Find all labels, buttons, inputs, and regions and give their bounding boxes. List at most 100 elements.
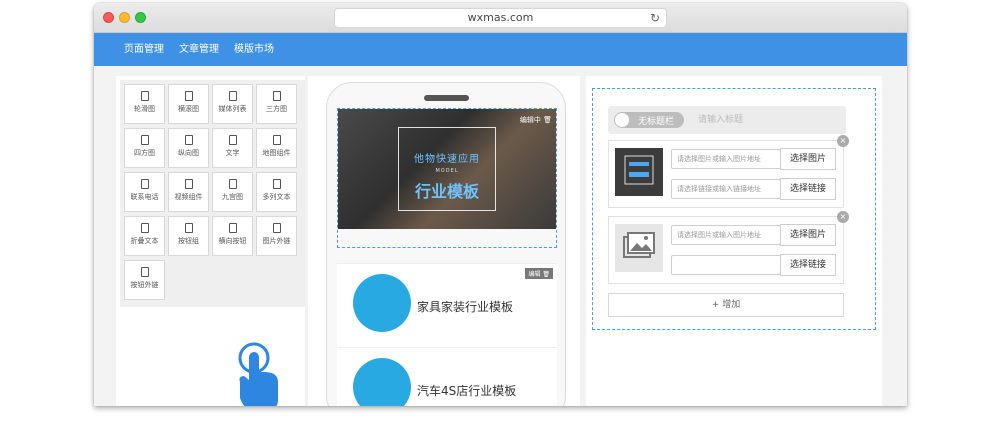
file-icon xyxy=(140,267,149,277)
banner-main-text: 行业模板 xyxy=(414,182,479,201)
edit-label: 编辑 xyxy=(528,271,541,278)
file-icon xyxy=(184,91,193,101)
add-slide-button[interactable]: + 增加 xyxy=(608,293,844,317)
minimize-window-icon[interactable] xyxy=(119,12,130,23)
widget-label: 按钮组 xyxy=(178,237,199,245)
file-icon xyxy=(228,135,237,145)
widget-tile[interactable]: 横向按钮 xyxy=(212,216,253,256)
banner-frame: 他物快速应用 MODEL 行业模板 xyxy=(398,127,496,211)
template-card-auto[interactable]: 汽车4S店行业模板 xyxy=(337,347,557,406)
toggle-knob xyxy=(615,113,629,127)
card-title: 家具家装行业模板 xyxy=(417,300,514,314)
slide-thumbnail-1 xyxy=(615,148,663,196)
file-icon xyxy=(140,91,149,101)
nav-item-template-market[interactable]: 模版市场 xyxy=(234,33,274,66)
widget-tile[interactable]: 文字 xyxy=(212,128,253,168)
widget-label: 媒体列表 xyxy=(218,105,247,113)
select-link-button[interactable]: 选择链接 xyxy=(780,178,836,200)
edit-tag[interactable]: 编辑 🗑 xyxy=(525,268,553,279)
file-icon xyxy=(184,135,193,145)
image-url-input[interactable]: 请选择图片或输入图片地址 xyxy=(671,149,781,169)
widget-label: 视频组件 xyxy=(174,193,203,201)
widget-label: 联系电话 xyxy=(130,193,159,201)
nav-item-page-management[interactable]: 页面管理 xyxy=(124,33,164,66)
nav-item-article-management[interactable]: 文章管理 xyxy=(179,33,219,66)
widget-label: 九宫图 xyxy=(222,193,243,201)
select-image-button[interactable]: 选择图片 xyxy=(780,148,836,170)
image-placeholder-icon xyxy=(615,224,663,272)
widget-tile[interactable]: 按钮组 xyxy=(168,216,209,256)
banner-slider[interactable]: 他物快速应用 MODEL 行业模板 编辑中 🗑 xyxy=(337,108,557,248)
widget-tile[interactable]: 三方图 xyxy=(256,84,297,124)
widget-tile[interactable]: 折叠文本 xyxy=(124,216,165,256)
widget-label: 轮滑图 xyxy=(134,105,155,113)
slide-editor-2: 请选择图片或输入图片地址 选择图片 选择链接 × xyxy=(608,211,849,284)
maximize-window-icon[interactable] xyxy=(135,12,146,23)
banner-top-text: 他物快速应用 xyxy=(414,154,480,165)
browser-titlebar: wxmas.com ↻ xyxy=(94,3,907,33)
widget-label: 按钮外链 xyxy=(130,281,159,289)
top-navbar: 页面管理 文章管理 模版市场 xyxy=(94,33,907,66)
widget-label: 地图组件 xyxy=(262,149,291,157)
pointing-hand-icon xyxy=(238,342,278,406)
file-icon xyxy=(228,223,237,233)
file-icon xyxy=(140,135,149,145)
widget-tile[interactable]: 纵向图 xyxy=(168,128,209,168)
widget-tile[interactable]: 九宫图 xyxy=(212,172,253,212)
widget-panel: 轮滑图 横滚图 媒体列表 三方图四方图 纵向图 文字 地图组件联系电话 视频组件 九宫图 多列文本… xyxy=(116,76,306,406)
widget-label: 横向按钮 xyxy=(218,237,247,245)
widget-tile[interactable]: 图片外链 xyxy=(256,216,297,256)
editing-status[interactable]: 编辑中 🗑 xyxy=(520,115,552,125)
title-bar-toggle[interactable]: 无标题栏 xyxy=(614,112,684,128)
slide-editor-1: 请选择图片或输入图片地址 选择图片 请选择链接或输入链接地址 选择链接 × xyxy=(608,135,849,208)
remove-slide-icon[interactable]: × xyxy=(837,135,849,147)
file-icon xyxy=(272,91,281,101)
banner-model-text: MODEL xyxy=(435,168,459,174)
widget-label: 纵向图 xyxy=(178,149,199,157)
link-url-input[interactable] xyxy=(671,255,781,275)
browser-window: wxmas.com ↻ 页面管理 文章管理 模版市场 轮滑图 横滚图 媒体列表 三方图… xyxy=(94,3,907,406)
phone-preview-area: 他物快速应用 MODEL 行业模板 编辑中 🗑 编辑 🗑 家具家装行业模板 汽车… xyxy=(308,76,580,406)
link-url-input[interactable]: 请选择链接或输入链接地址 xyxy=(671,179,781,199)
widget-tile[interactable]: 按钮外链 xyxy=(124,260,165,300)
widget-tile[interactable]: 联系电话 xyxy=(124,172,165,212)
card-title: 汽车4S店行业模板 xyxy=(417,384,517,398)
reload-icon[interactable]: ↻ xyxy=(650,11,660,25)
image-url-input[interactable]: 请选择图片或输入图片地址 xyxy=(671,225,781,245)
file-icon xyxy=(184,223,193,233)
widget-tile[interactable]: 轮滑图 xyxy=(124,84,165,124)
widget-tile[interactable]: 媒体列表 xyxy=(212,84,253,124)
file-icon xyxy=(272,135,281,145)
title-input[interactable]: 请输入标题 xyxy=(692,110,842,130)
address-bar[interactable]: wxmas.com ↻ xyxy=(334,8,667,28)
file-icon xyxy=(228,91,237,101)
phone-frame: 他物快速应用 MODEL 行业模板 编辑中 🗑 编辑 🗑 家具家装行业模板 汽车… xyxy=(326,82,566,406)
title-bar-row: 无标题栏 请输入标题 xyxy=(608,106,846,134)
toggle-label: 无标题栏 xyxy=(638,117,675,127)
phone-speaker xyxy=(424,95,469,101)
file-icon xyxy=(140,223,149,233)
remove-slide-icon[interactable]: × xyxy=(837,211,849,223)
widget-tile[interactable]: 地图组件 xyxy=(256,128,297,168)
widget-label: 横滚图 xyxy=(178,105,199,113)
editing-label: 编辑中 xyxy=(519,116,541,124)
template-card-furniture[interactable]: 编辑 🗑 家具家装行业模板 xyxy=(337,263,557,347)
widget-label: 四方图 xyxy=(134,149,155,157)
widget-label: 折叠文本 xyxy=(130,237,159,245)
widget-tile[interactable]: 横滚图 xyxy=(168,84,209,124)
editor-panel: 无标题栏 请输入标题 请选择图片或输入图片地址 选择图片 请选择链接或输入链接地… xyxy=(586,76,882,406)
widget-tile[interactable]: 视频组件 xyxy=(168,172,209,212)
file-icon xyxy=(272,179,281,189)
trash-icon[interactable]: 🗑 xyxy=(543,116,552,124)
select-link-button[interactable]: 选择链接 xyxy=(780,254,836,276)
widget-label: 三方图 xyxy=(266,105,287,113)
trash-icon[interactable]: 🗑 xyxy=(542,271,550,278)
select-image-button[interactable]: 选择图片 xyxy=(780,224,836,246)
widget-tile[interactable]: 四方图 xyxy=(124,128,165,168)
close-window-icon[interactable] xyxy=(103,12,114,23)
file-icon xyxy=(140,179,149,189)
file-icon xyxy=(272,223,281,233)
widget-tile[interactable]: 多列文本 xyxy=(256,172,297,212)
widget-label: 图片外链 xyxy=(262,237,291,245)
auto-logo-icon xyxy=(353,358,411,406)
